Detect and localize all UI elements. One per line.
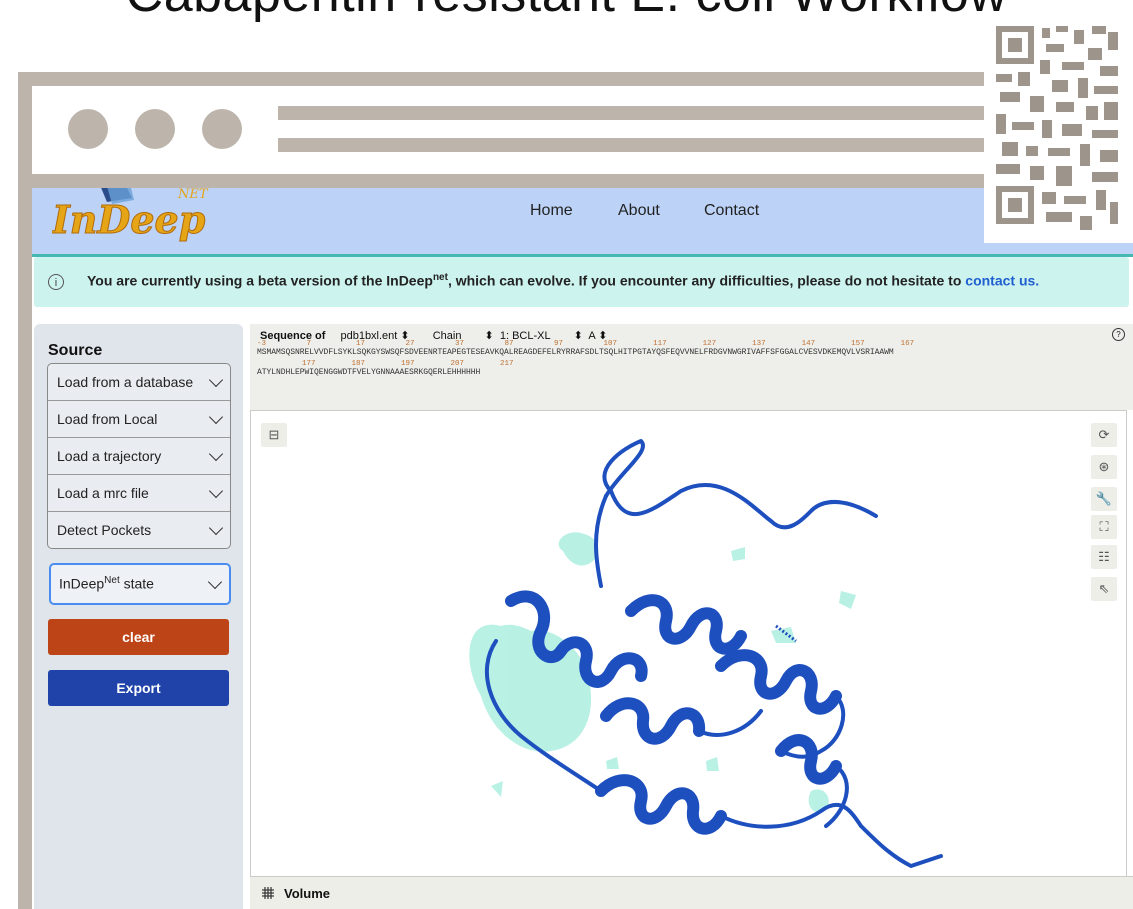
molecular-viewer[interactable]: ⊟ ⟳ ⊛ 🔧 ⛶ ☷ ⇖: [250, 410, 1127, 877]
item-label: Load from Local: [57, 411, 158, 427]
volume-label: Volume: [284, 886, 330, 901]
chevron-down-icon: [207, 574, 223, 590]
item-label: Load a trajectory: [57, 448, 162, 464]
sequence-residues[interactable]: MSMAMSQSNRELVVDFLSYKLSQKGYSWSQFSDVEENRTE…: [257, 348, 894, 357]
state-label: InDeepNet state: [59, 575, 154, 592]
beta-text-sup: net: [432, 272, 448, 283]
nav-contact[interactable]: Contact: [704, 202, 759, 220]
state-label-sup: Net: [104, 575, 120, 586]
window-dot: [135, 109, 175, 149]
window-dot: [68, 109, 108, 149]
load-mrc-item[interactable]: Load a mrc file: [48, 475, 230, 512]
beta-banner: i You are currently using a beta version…: [34, 257, 1129, 307]
beta-text-start: You are currently using a beta version o…: [87, 272, 433, 289]
app-screen: InDeep NET Home About Contact i You are …: [32, 188, 1133, 909]
state-label-main: InDeep: [59, 575, 105, 592]
load-trajectory-item[interactable]: Load a trajectory: [48, 438, 230, 475]
navbar: InDeep NET Home About Contact: [32, 188, 1133, 257]
window-dot: [202, 109, 242, 149]
chevron-down-icon: [208, 483, 224, 499]
chevron-down-icon: [208, 409, 224, 425]
sequence-panel: Sequence of pdb1bxl.ent ⬍ Chain ⬍ 1: BCL…: [250, 324, 1133, 410]
source-sidebar: Source Load from a database Load from Lo…: [34, 324, 243, 909]
grid-icon: [262, 887, 274, 899]
chevron-down-icon: [208, 372, 224, 388]
chevron-down-icon: [208, 520, 224, 536]
export-button[interactable]: Export: [48, 670, 229, 706]
beta-text-end: , which can evolve. If you encounter any…: [447, 272, 962, 289]
source-title: Source: [48, 342, 103, 359]
page-heading: Cabapentin-resistant E. coli Workflow: [0, 0, 1133, 24]
state-label-suffix: state: [119, 575, 154, 592]
chevron-down-icon: [208, 446, 224, 462]
load-local-item[interactable]: Load from Local: [48, 401, 230, 438]
clear-button[interactable]: clear: [48, 619, 229, 655]
item-label: Load a mrc file: [57, 485, 149, 501]
indeep-logo[interactable]: InDeep NET: [52, 188, 232, 250]
help-icon[interactable]: ?: [1112, 328, 1125, 341]
item-label: Detect Pockets: [57, 522, 152, 538]
item-label: Load from a database: [57, 374, 194, 390]
browser-titlebar: [32, 86, 1133, 174]
nav-home[interactable]: Home: [530, 202, 573, 220]
sequence-residues[interactable]: ATYLNDHLEPWIQENGGWDTFVELYGNNAAAESRKGQERL…: [257, 368, 480, 377]
indeep-state-dropdown[interactable]: InDeepNet state: [49, 563, 231, 605]
svg-text:NET: NET: [177, 188, 209, 202]
volume-panel-header[interactable]: Volume: [250, 876, 1133, 909]
svg-text:InDeep: InDeep: [52, 197, 206, 242]
info-icon: i: [48, 274, 64, 290]
address-bar-line: [278, 106, 998, 120]
address-bar-line: [278, 138, 998, 152]
sequence-numbers: 177 187 197 207 217: [257, 360, 514, 368]
protein-structure: [469, 439, 943, 868]
load-database-item[interactable]: Load from a database: [48, 364, 230, 401]
beta-message: You are currently using a beta version o…: [87, 272, 1039, 289]
sequence-numbers: -3 7 17 27 37 87 97 107 117 127 137 147 …: [257, 340, 915, 348]
contact-us-link[interactable]: contact us.: [965, 273, 1039, 289]
detect-pockets-item[interactable]: Detect Pockets: [48, 512, 230, 548]
source-accordion: Load from a database Load from Local Loa…: [47, 363, 231, 549]
qr-code: [984, 14, 1133, 243]
nav-about[interactable]: About: [618, 202, 660, 220]
